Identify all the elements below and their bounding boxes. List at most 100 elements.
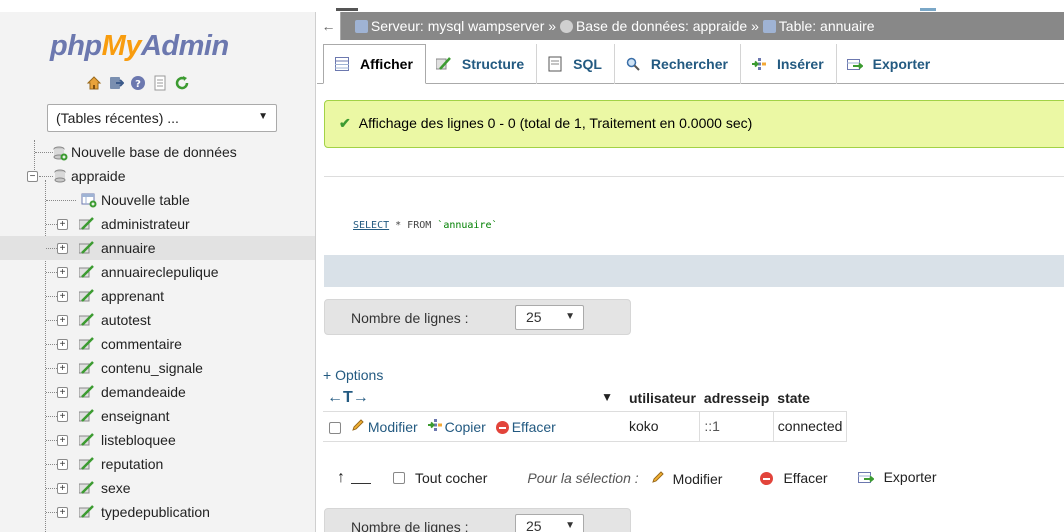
edit-row-link[interactable]: Modifier bbox=[351, 419, 418, 435]
column-header-utilisateur[interactable]: utilisateur bbox=[625, 385, 700, 412]
main-panel: ← Serveur: mysql wampserver » Base de do… bbox=[317, 12, 1064, 532]
table-structure-icon[interactable] bbox=[79, 408, 95, 424]
tree-item-table-autotest[interactable]: + autotest bbox=[0, 308, 315, 332]
tree-item-database-appraide[interactable]: − appraide bbox=[0, 164, 315, 188]
cell-state[interactable]: connected bbox=[773, 411, 848, 442]
options-link[interactable]: + Options bbox=[323, 367, 383, 383]
phpmyadmin-logo[interactable]: phpMyAdmin bbox=[50, 30, 229, 63]
check-all-checkbox[interactable] bbox=[393, 472, 405, 484]
rows-per-page-value: 25 bbox=[526, 518, 542, 532]
tree-item-new-database[interactable]: Nouvelle base de données bbox=[0, 140, 315, 164]
rows-per-page-select[interactable]: 25 ▼ bbox=[515, 305, 584, 330]
tab-sql[interactable]: SQL bbox=[537, 43, 615, 84]
expand-icon[interactable]: + bbox=[57, 363, 68, 374]
expand-icon[interactable]: + bbox=[57, 459, 68, 470]
table-structure-icon[interactable] bbox=[79, 504, 95, 520]
cell-adresseip[interactable]: ::1 bbox=[699, 411, 774, 442]
tree-item-label: administrateur bbox=[101, 216, 190, 232]
expand-icon[interactable]: + bbox=[57, 435, 68, 446]
expand-icon[interactable]: + bbox=[57, 243, 68, 254]
table-structure-icon[interactable] bbox=[79, 456, 95, 472]
tree-item-table-annuaireclepulique[interactable]: + annuaireclepulique bbox=[0, 260, 315, 284]
sort-dropdown-icon[interactable]: ▼ bbox=[601, 390, 613, 404]
tab-exporter[interactable]: Exporter bbox=[837, 44, 943, 84]
bulk-delete-button[interactable]: Effacer bbox=[760, 470, 828, 486]
table-structure-icon[interactable] bbox=[79, 384, 95, 400]
sql-icon bbox=[547, 56, 563, 72]
tab-label: Afficher bbox=[360, 55, 413, 72]
tree-item-table-listebloquee[interactable]: + listebloquee bbox=[0, 428, 315, 452]
expand-icon[interactable]: + bbox=[57, 339, 68, 350]
table-structure-icon[interactable] bbox=[79, 432, 95, 448]
tree-item-table-reputation[interactable]: + reputation bbox=[0, 452, 315, 476]
breadcrumb-server[interactable]: Serveur: mysql wampserver bbox=[354, 12, 544, 40]
bulk-export-button[interactable]: Exporter bbox=[857, 469, 937, 487]
tree-item-table-commentaire[interactable]: + commentaire bbox=[0, 332, 315, 356]
table-structure-icon[interactable] bbox=[79, 288, 95, 304]
collapse-icon[interactable]: − bbox=[27, 171, 38, 182]
tab-structure[interactable]: Structure bbox=[426, 43, 538, 84]
expand-icon[interactable]: + bbox=[57, 291, 68, 302]
home-icon[interactable] bbox=[86, 75, 102, 91]
expand-icon[interactable]: + bbox=[57, 507, 68, 518]
tree-item-new-table[interactable]: Nouvelle table bbox=[0, 188, 315, 212]
tree-item-table-demandeaide[interactable]: + demandeaide bbox=[0, 380, 315, 404]
reload-icon[interactable] bbox=[174, 75, 190, 91]
tab-afficher[interactable]: Afficher bbox=[323, 43, 426, 84]
tree-connector bbox=[35, 152, 53, 153]
table-structure-icon[interactable] bbox=[79, 264, 95, 280]
tree-connector bbox=[46, 224, 57, 225]
tree-item-table-annuaire[interactable]: + annuaire bbox=[0, 236, 315, 260]
table-structure-icon[interactable] bbox=[79, 312, 95, 328]
logo-php: php bbox=[50, 30, 102, 62]
breadcrumb-database[interactable]: Base de données: appraide bbox=[559, 18, 751, 34]
logo-my: My bbox=[101, 30, 142, 62]
expand-icon[interactable]: + bbox=[57, 219, 68, 230]
table-structure-icon[interactable] bbox=[79, 360, 95, 376]
column-header-adresseip[interactable]: adresseip bbox=[699, 385, 774, 412]
table-structure-icon[interactable] bbox=[79, 240, 95, 256]
expand-icon[interactable]: + bbox=[57, 387, 68, 398]
expand-icon[interactable]: + bbox=[57, 267, 68, 278]
tree-item-table-typedepublication[interactable]: + typedepublication bbox=[0, 500, 315, 524]
check-all-label[interactable]: Tout cocher bbox=[415, 470, 487, 486]
tree-connector bbox=[46, 488, 57, 489]
svg-text:?: ? bbox=[135, 79, 141, 90]
expand-icon[interactable]: + bbox=[57, 411, 68, 422]
rows-per-page-select[interactable]: 25 ▼ bbox=[515, 514, 584, 532]
logo-admin: Admin bbox=[140, 30, 229, 62]
for-selection-label: Pour la sélection : bbox=[527, 470, 639, 486]
column-header-state[interactable]: state bbox=[773, 385, 847, 412]
row-checkbox[interactable] bbox=[329, 421, 341, 434]
tab-rechercher[interactable]: Rechercher bbox=[615, 43, 741, 84]
tree-item-table-enseignant[interactable]: + enseignant bbox=[0, 404, 315, 428]
back-arrow-button[interactable]: ← bbox=[317, 12, 341, 40]
breadcrumb-table[interactable]: Table: annuaire bbox=[762, 18, 875, 34]
sql-query-box: SELECT * FROM `annuaire` bbox=[324, 176, 1064, 287]
tree-item-table-administrateur[interactable]: + administrateur bbox=[0, 212, 315, 236]
exit-icon[interactable] bbox=[108, 75, 124, 91]
tree-item-table-apprenant[interactable]: + apprenant bbox=[0, 284, 315, 308]
table-structure-icon[interactable] bbox=[79, 480, 95, 496]
tree-item-table-contenu-signale[interactable]: + contenu_signale bbox=[0, 356, 315, 380]
table-icon bbox=[762, 20, 776, 33]
table-structure-icon[interactable] bbox=[79, 336, 95, 352]
bulk-actions: ↑ Tout cocher Pour la sélection : Modifi… bbox=[337, 469, 937, 487]
copy-row-link[interactable]: Copier bbox=[427, 418, 486, 435]
expand-icon[interactable]: + bbox=[57, 483, 68, 494]
docs-icon[interactable] bbox=[152, 75, 168, 91]
copy-row-label: Copier bbox=[444, 418, 486, 435]
search-icon bbox=[625, 56, 641, 72]
tree-item-table-sexe[interactable]: + sexe bbox=[0, 476, 315, 500]
sql-keyword-select[interactable]: SELECT bbox=[353, 220, 389, 231]
table-structure-icon[interactable] bbox=[79, 216, 95, 232]
help-icon[interactable]: ? bbox=[130, 75, 146, 91]
cell-utilisateur[interactable]: koko bbox=[625, 411, 701, 442]
column-nav-arrows[interactable]: ←T→ bbox=[327, 389, 369, 406]
recent-tables-select[interactable]: (Tables récentes) ... ▼ bbox=[47, 104, 277, 132]
expand-icon[interactable]: + bbox=[57, 315, 68, 326]
tree-connector bbox=[46, 416, 57, 417]
tab-inserer[interactable]: Insérer bbox=[741, 43, 837, 84]
bulk-edit-button[interactable]: Modifier bbox=[651, 470, 722, 487]
delete-row-link[interactable]: Effacer bbox=[495, 419, 556, 435]
